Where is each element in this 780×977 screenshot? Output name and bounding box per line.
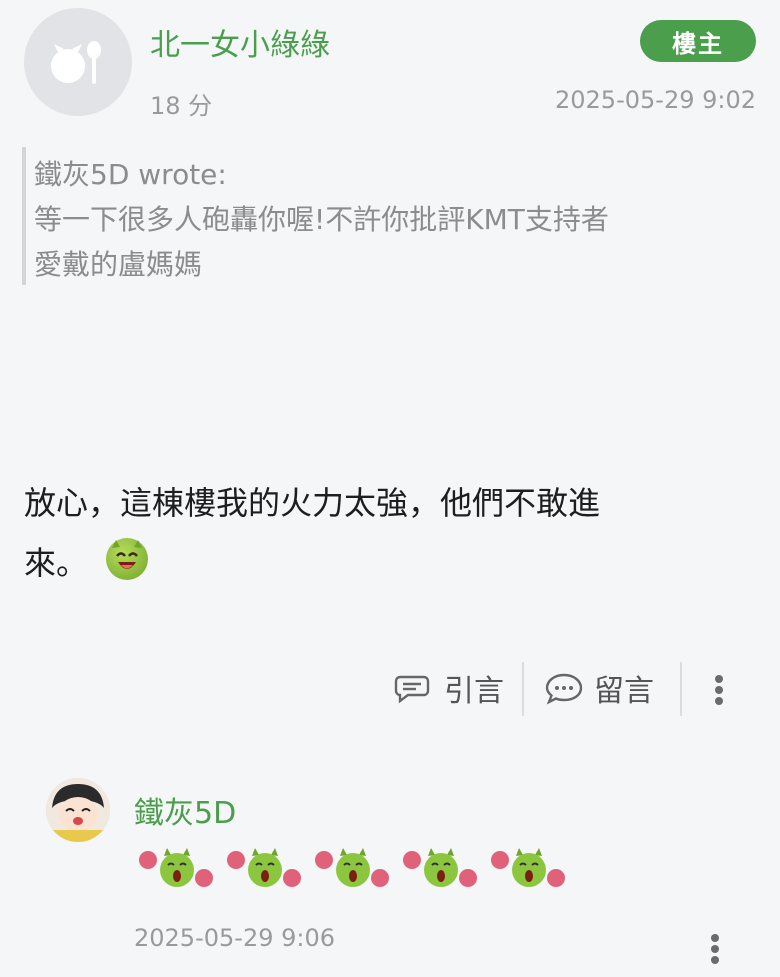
reply-timestamp: 2025-05-29 9:06 xyxy=(134,924,335,952)
action-divider xyxy=(680,662,682,716)
author-avatar[interactable] xyxy=(24,8,132,116)
post-body-line: 放心，這棟樓我的火力太強，他們不敢進 xyxy=(24,484,601,522)
cheering-devil-sticker-icon xyxy=(312,846,394,892)
quote-attribution: 鐵灰5D wrote: xyxy=(34,158,227,191)
owner-badge: 樓主 xyxy=(640,20,756,62)
quote-reply-label: 引言 xyxy=(444,674,504,709)
reply-author-avatar[interactable] xyxy=(46,778,110,842)
post-body-text: 來。 xyxy=(24,544,89,582)
sticker-row xyxy=(136,846,570,892)
action-divider xyxy=(522,662,524,716)
quote-text-line: 等一下很多人砲轟你喔!不許你批評KMT支持者 xyxy=(34,203,609,236)
post-timestamp: 2025-05-29 9:02 xyxy=(555,86,756,114)
quote-text-line: 愛戴的盧媽媽 xyxy=(34,248,203,281)
comment-button[interactable]: 留言 xyxy=(544,668,654,709)
quote-bubble-icon xyxy=(394,675,430,704)
cheering-devil-sticker-icon xyxy=(224,846,306,892)
cartoon-avatar-icon xyxy=(46,778,110,842)
cheering-devil-sticker-icon xyxy=(488,846,570,892)
comment-bubble-icon xyxy=(545,673,583,705)
devil-grin-emoji-icon xyxy=(106,538,149,580)
post-body-line: 來。 xyxy=(24,538,149,586)
cheering-devil-sticker-icon xyxy=(400,846,482,892)
quote-reply-button[interactable]: 引言 xyxy=(394,668,504,709)
default-avatar-icon xyxy=(51,41,101,84)
more-vertical-icon[interactable] xyxy=(709,934,721,964)
cheering-devil-sticker-icon xyxy=(136,846,218,892)
author-name[interactable]: 北一女小綠綠 xyxy=(150,20,330,64)
comment-label: 留言 xyxy=(594,674,654,709)
more-vertical-icon[interactable] xyxy=(713,675,725,705)
reply-author-name[interactable]: 鐵灰5D xyxy=(134,788,236,832)
post-relative-time: 18 分 xyxy=(150,92,213,120)
